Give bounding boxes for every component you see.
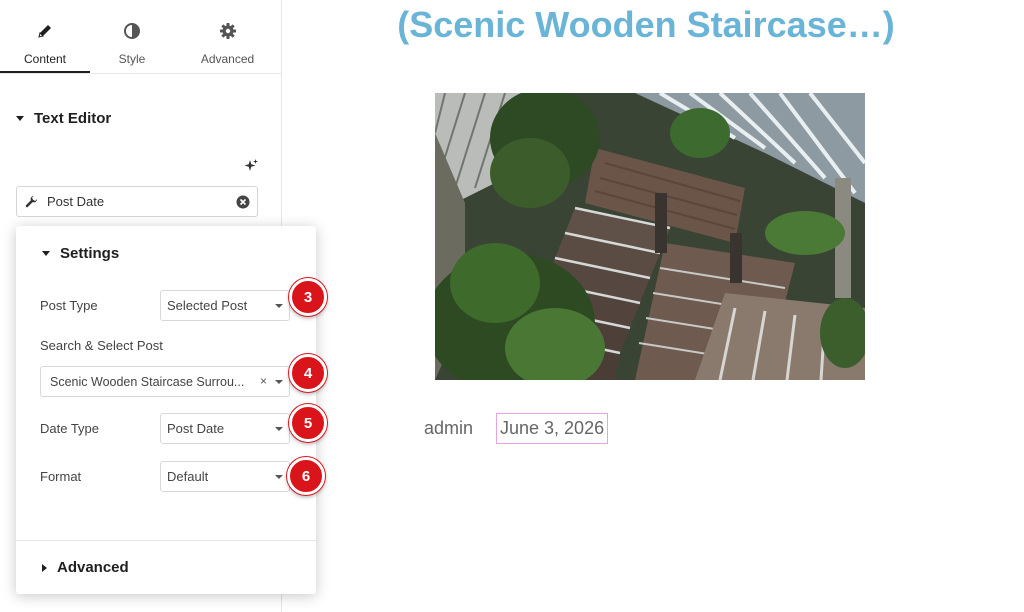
search-select-post-value: Scenic Wooden Staircase Surrou... xyxy=(50,374,245,389)
tab-style[interactable]: Style xyxy=(90,8,174,73)
clear-circle-icon[interactable] xyxy=(236,195,250,209)
pencil-icon xyxy=(38,25,51,38)
tab-advanced[interactable]: Advanced xyxy=(174,8,281,73)
gear-icon xyxy=(219,23,236,39)
format-value: Default xyxy=(167,469,209,484)
format-select[interactable]: Default xyxy=(160,461,290,492)
date-type-select[interactable]: Post Date xyxy=(160,413,290,444)
date-type-label: Date Type xyxy=(40,421,100,436)
chevron-down-icon xyxy=(275,427,283,431)
section-title: Text Editor xyxy=(34,110,112,127)
text-editor-section-toggle[interactable]: Text Editor xyxy=(16,110,111,127)
step-badge-6: 6 xyxy=(287,457,325,495)
panel-tabs: Content Style Advanced xyxy=(0,8,281,74)
settings-popover: Settings Post Type Selected Post Search … xyxy=(16,226,316,594)
post-title: (Scenic Wooden Staircase…) xyxy=(397,4,895,45)
caret-down-icon xyxy=(42,251,50,256)
settings-title: Settings xyxy=(60,245,120,262)
divider xyxy=(16,540,316,541)
post-date[interactable]: June 3, 2026 xyxy=(496,413,609,444)
dynamic-tag-label: Post Date xyxy=(47,194,105,209)
post-author[interactable]: admin xyxy=(424,418,473,439)
sparkle-icon[interactable] xyxy=(243,158,259,174)
step-badge-4: 4 xyxy=(289,354,327,392)
advanced-section-toggle[interactable]: Advanced xyxy=(42,559,129,576)
step-badge-3: 3 xyxy=(289,278,327,316)
clear-selection-icon[interactable]: × xyxy=(260,374,267,388)
dynamic-tag-field[interactable]: Post Date xyxy=(16,186,258,217)
chevron-down-icon xyxy=(275,475,283,479)
format-label: Format xyxy=(40,469,82,484)
settings-section-toggle[interactable]: Settings xyxy=(42,245,119,262)
caret-down-icon xyxy=(16,116,24,121)
post-type-select[interactable]: Selected Post xyxy=(160,290,290,321)
tab-style-label: Style xyxy=(118,52,146,66)
post-type-label: Post Type xyxy=(40,298,98,313)
search-select-post-field[interactable]: Scenic Wooden Staircase Surrou... × xyxy=(40,366,290,397)
post-type-value: Selected Post xyxy=(167,298,248,313)
chevron-down-icon xyxy=(275,304,283,308)
wrench-icon xyxy=(25,195,38,208)
chevron-down-icon xyxy=(275,380,283,384)
caret-right-icon xyxy=(42,563,47,572)
tab-content-label: Content xyxy=(23,52,67,66)
tab-content[interactable]: Content xyxy=(0,8,90,73)
advanced-title: Advanced xyxy=(57,559,129,576)
tab-advanced-label: Advanced xyxy=(200,52,255,66)
step-badge-5: 5 xyxy=(289,404,327,442)
contrast-icon xyxy=(124,23,140,39)
date-type-value: Post Date xyxy=(167,421,225,436)
featured-image xyxy=(435,93,865,380)
search-select-post-label: Search & Select Post xyxy=(40,338,163,353)
